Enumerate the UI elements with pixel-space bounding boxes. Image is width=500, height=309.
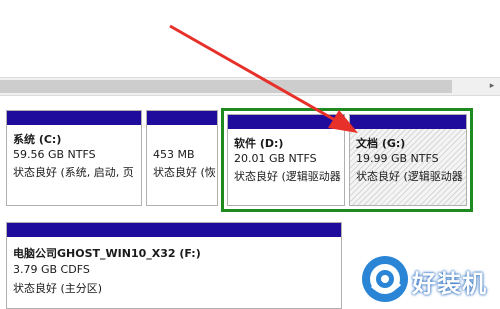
watermark: 好装机: [356, 254, 500, 309]
watermark-text: 好装机: [412, 270, 487, 298]
logo-icon: [362, 256, 408, 302]
